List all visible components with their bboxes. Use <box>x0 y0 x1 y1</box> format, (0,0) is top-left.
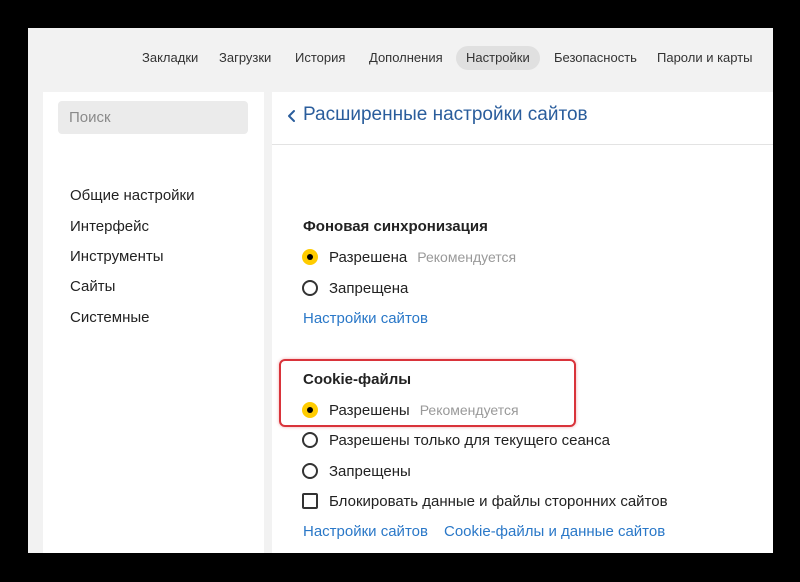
cookies-title: Cookie-файлы <box>303 371 412 388</box>
page-title: Расширенные настройки сайтов <box>303 104 588 125</box>
sidebar-item-general[interactable]: Общие настройки <box>70 187 195 204</box>
background-sync-title: Фоновая синхронизация <box>303 218 488 235</box>
tab-passwords-and-cards[interactable]: Пароли и карты <box>647 46 763 70</box>
option-label: Разрешена <box>329 248 408 266</box>
radio-unchecked-icon <box>302 432 318 448</box>
option-label: Запрещена <box>329 279 409 297</box>
tab-security[interactable]: Безопасность <box>544 46 647 70</box>
radio-unchecked-icon <box>302 463 318 479</box>
recommended-hint: Рекомендуется <box>419 402 519 418</box>
sidebar-item-tools[interactable]: Инструменты <box>70 248 164 265</box>
option-label: Запрещены <box>329 462 411 480</box>
sidebar: Общие настройки Интерфейс Инструменты Са… <box>43 92 264 553</box>
chevron-left-icon[interactable] <box>284 104 298 128</box>
background-sync-allowed-radio[interactable]: Разрешена Рекомендуется <box>302 247 516 267</box>
radio-unchecked-icon <box>302 280 318 296</box>
search-input[interactable] <box>58 101 248 134</box>
settings-content: Расширенные настройки сайтов Фоновая син… <box>272 92 773 553</box>
cookies-session-only-radio[interactable]: Разрешены только для текущего сеанса <box>302 430 610 450</box>
radio-checked-icon <box>302 402 318 418</box>
tab-bookmarks[interactable]: Закладки <box>132 46 208 70</box>
page-header: Расширенные настройки сайтов <box>272 92 773 145</box>
cookies-allowed-radio[interactable]: Разрешены Рекомендуется <box>302 400 519 420</box>
radio-checked-icon <box>302 249 318 265</box>
background-sync-blocked-radio[interactable]: Запрещена <box>302 278 408 298</box>
browser-window: Закладки Загрузки История Дополнения Нас… <box>28 28 773 553</box>
sidebar-item-sites[interactable]: Сайты <box>70 278 115 295</box>
tab-settings[interactable]: Настройки <box>456 46 540 70</box>
cookie-files-and-site-data-link[interactable]: Cookie-файлы и данные сайтов <box>444 523 665 540</box>
cookies-site-settings-link[interactable]: Настройки сайтов <box>303 523 428 540</box>
checkbox-unchecked-icon <box>302 493 318 509</box>
background-sync-site-settings-link[interactable]: Настройки сайтов <box>303 310 428 327</box>
tab-history[interactable]: История <box>285 46 355 70</box>
sidebar-item-interface[interactable]: Интерфейс <box>70 218 149 235</box>
tab-downloads[interactable]: Загрузки <box>209 46 281 70</box>
option-label: Разрешены <box>329 401 410 419</box>
option-label: Разрешены только для текущего сеанса <box>329 431 610 449</box>
block-third-party-checkbox[interactable]: Блокировать данные и файлы сторонних сай… <box>302 491 668 511</box>
cookies-blocked-radio[interactable]: Запрещены <box>302 461 411 481</box>
tab-extensions[interactable]: Дополнения <box>359 46 453 70</box>
top-navigation: Закладки Загрузки История Дополнения Нас… <box>28 28 773 92</box>
sidebar-item-system[interactable]: Системные <box>70 309 149 326</box>
recommended-hint: Рекомендуется <box>417 249 517 265</box>
option-label: Блокировать данные и файлы сторонних сай… <box>329 492 668 510</box>
